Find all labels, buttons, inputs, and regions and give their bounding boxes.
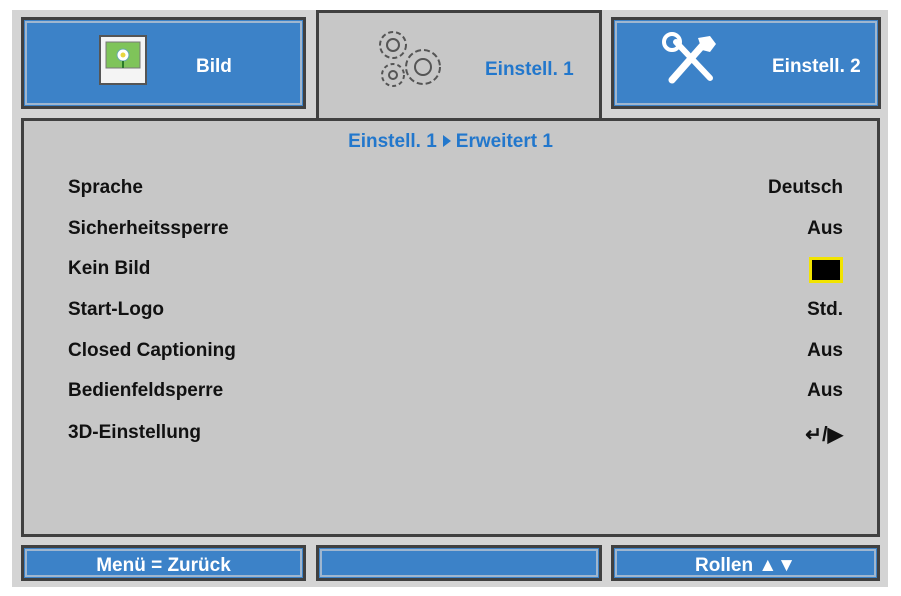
- gears-icon: [371, 27, 451, 96]
- menu-row-value: Aus: [807, 380, 843, 401]
- tab-einstell-1-label: Einstell. 1: [485, 59, 574, 80]
- footer-back-hint: Menü = Zurück: [21, 545, 306, 581]
- tab-einstell-2-label: Einstell. 2: [772, 56, 861, 77]
- menu-panel: Einstell. 1 Erweitert 1 Sprache Deutsch S…: [21, 118, 880, 537]
- menu-row-label: Closed Captioning: [68, 340, 236, 361]
- menu-row-sprache[interactable]: Sprache Deutsch: [68, 177, 843, 207]
- menu-row-kein-bild[interactable]: Kein Bild: [68, 257, 843, 288]
- breadcrumb-current: Erweitert 1: [455, 131, 553, 152]
- menu-row-closed-captioning[interactable]: Closed Captioning Aus: [68, 340, 843, 370]
- tab-einstell-1[interactable]: Einstell. 1: [316, 10, 602, 122]
- menu-row-3d-einstellung[interactable]: 3D-Einstellung ↵/▶: [68, 422, 843, 452]
- footer-left-label: Menü = Zurück: [96, 555, 231, 576]
- menu-row-label: Sprache: [68, 177, 143, 198]
- menu-row-value: Deutsch: [768, 177, 843, 198]
- menu-row-value: Std.: [807, 299, 843, 320]
- menu-row-label: 3D-Einstellung: [68, 422, 202, 443]
- footer-scroll-hint: Rollen ▲▼: [611, 545, 880, 581]
- tab-einstell-2[interactable]: Einstell. 2: [611, 17, 881, 109]
- tab-bild[interactable]: Bild: [21, 17, 306, 109]
- menu-row-value: Aus: [807, 218, 843, 239]
- footer-right-label: Rollen ▲▼: [695, 555, 796, 576]
- menu-row-label: Bedienfeldsperre: [68, 380, 224, 401]
- breadcrumb-arrow-icon: [442, 135, 451, 147]
- breadcrumb: Einstell. 1 Erweitert 1: [24, 131, 877, 153]
- picture-icon: [98, 34, 148, 91]
- enter-submenu-icon: ↵/▶: [805, 424, 843, 446]
- menu-row-label: Start-Logo: [68, 299, 165, 320]
- menu-row-bedienfeldsperre[interactable]: Bedienfeldsperre Aus: [68, 380, 843, 410]
- footer-middle: [316, 545, 602, 581]
- menu-row-value: Aus: [807, 340, 843, 361]
- tools-icon: [662, 32, 724, 93]
- menu-row-label: Kein Bild: [68, 258, 151, 279]
- menu-row-start-logo[interactable]: Start-Logo Std.: [68, 299, 843, 329]
- breadcrumb-parent: Einstell. 1: [348, 131, 437, 152]
- tab-bild-label: Bild: [196, 56, 232, 77]
- color-swatch[interactable]: [809, 257, 843, 283]
- menu-row-label: Sicherheitssperre: [68, 218, 229, 239]
- menu-row-sicherheitssperre[interactable]: Sicherheitssperre Aus: [68, 218, 843, 248]
